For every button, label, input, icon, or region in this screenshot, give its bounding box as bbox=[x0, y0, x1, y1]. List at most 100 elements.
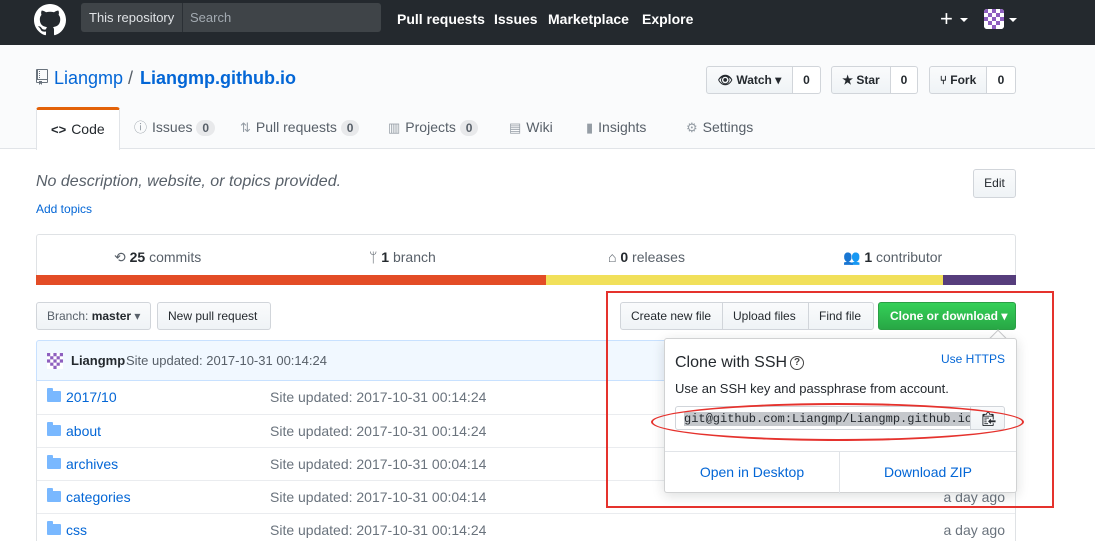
search-scope-label[interactable]: This repository bbox=[81, 3, 183, 32]
branch-select-button[interactable]: Branch: master ▾ bbox=[36, 302, 151, 330]
file-name-link[interactable]: 2017/10 bbox=[66, 389, 117, 405]
graph-icon: ▮ bbox=[586, 120, 594, 135]
tab-issues[interactable]: ⓘ Issues 0 bbox=[134, 107, 216, 149]
annotation-highlight-box bbox=[606, 291, 1054, 508]
repo-name-link[interactable]: Liangmp.github.io bbox=[140, 68, 296, 89]
file-commit-message[interactable]: Site updated: 2017-10-31 00:14:24 bbox=[270, 423, 486, 439]
fork-label: Fork bbox=[950, 73, 977, 87]
path-separator: / bbox=[128, 68, 134, 88]
branch-count: 1 bbox=[381, 249, 390, 265]
tab-label: Code bbox=[71, 121, 105, 137]
folder-icon bbox=[47, 422, 61, 436]
watch-button[interactable]: 👁 Watch ▾ bbox=[706, 66, 793, 94]
folder-icon bbox=[47, 521, 61, 535]
file-commit-message[interactable]: Site updated: 2017-10-31 00:14:24 bbox=[270, 389, 486, 405]
star-label: Star bbox=[856, 73, 880, 87]
releases-label: releases bbox=[632, 249, 685, 265]
branch-name: master bbox=[91, 309, 132, 323]
chevron-down-icon[interactable] bbox=[960, 18, 968, 22]
file-name-link[interactable]: about bbox=[66, 423, 101, 439]
commits-link[interactable]: ⟲ 25 commits bbox=[114, 249, 201, 266]
branch-icon: ᛘ bbox=[369, 249, 378, 265]
tab-wiki[interactable]: ▤ Wiki bbox=[509, 107, 553, 149]
fork-icon: ⑂ bbox=[939, 73, 947, 87]
issue-icon: ⓘ bbox=[134, 120, 148, 135]
search-input[interactable] bbox=[183, 3, 381, 32]
repo-icon bbox=[36, 69, 48, 85]
language-segment bbox=[36, 275, 546, 285]
plus-icon[interactable]: + bbox=[940, 8, 953, 30]
watch-label: Watch bbox=[736, 73, 772, 87]
new-pull-request-button[interactable]: New pull request bbox=[157, 302, 271, 330]
star-count[interactable]: 0 bbox=[891, 66, 918, 94]
branch-prefix: Branch: bbox=[47, 309, 89, 323]
star-icon: ★ bbox=[842, 73, 854, 87]
commit-message-link[interactable]: Site updated: 2017-10-31 00:14:24 bbox=[126, 353, 327, 368]
folder-icon bbox=[47, 388, 61, 402]
fork-button[interactable]: ⑂ Fork bbox=[929, 66, 987, 94]
tag-icon: ⌂ bbox=[608, 249, 617, 265]
commits-count: 25 bbox=[129, 249, 146, 265]
repo-owner-link[interactable]: Liangmp bbox=[54, 68, 123, 89]
global-header: This repository Pull requests Issues Mar… bbox=[0, 0, 1095, 45]
tab-code[interactable]: <> Code bbox=[36, 107, 120, 150]
nav-marketplace[interactable]: Marketplace bbox=[548, 11, 629, 27]
branch-link[interactable]: ᛘ 1 branch bbox=[369, 249, 436, 265]
releases-link[interactable]: ⌂ 0 releases bbox=[608, 249, 685, 265]
eye-icon: 👁 bbox=[717, 73, 733, 87]
search-box: This repository bbox=[81, 3, 381, 32]
branch-label: branch bbox=[392, 249, 436, 265]
counter-badge: 0 bbox=[459, 120, 479, 136]
chevron-down-icon[interactable] bbox=[1009, 18, 1017, 22]
tab-label: Settings bbox=[702, 119, 754, 135]
language-segment bbox=[546, 275, 943, 285]
counter-badge: 0 bbox=[196, 120, 216, 136]
language-bar[interactable] bbox=[36, 275, 1016, 285]
commits-label: commits bbox=[149, 249, 202, 265]
file-name-link[interactable]: archives bbox=[66, 456, 118, 472]
star-button[interactable]: ★ Star bbox=[831, 66, 891, 94]
code-icon: <> bbox=[51, 122, 67, 137]
nav-issues[interactable]: Issues bbox=[494, 11, 538, 27]
commit-author-link[interactable]: Liangmp bbox=[71, 353, 125, 368]
contributors-count: 1 bbox=[864, 249, 873, 265]
repo-header: Liangmp / Liangmp.github.io 👁 Watch ▾ 0 … bbox=[0, 45, 1095, 150]
gear-icon: ⚙ bbox=[686, 120, 698, 135]
folder-icon bbox=[47, 488, 61, 502]
wiki-icon: ▤ bbox=[509, 120, 522, 135]
tab-label: Projects bbox=[405, 119, 456, 135]
language-segment bbox=[943, 275, 1016, 285]
table-row: css Site updated: 2017-10-31 00:14:24 a … bbox=[37, 513, 1015, 546]
file-commit-message[interactable]: Site updated: 2017-10-31 00:04:14 bbox=[270, 456, 486, 472]
tab-label: Insights bbox=[598, 119, 647, 135]
pull-request-icon: ⇅ bbox=[240, 120, 251, 135]
tab-label: Wiki bbox=[526, 119, 553, 135]
folder-icon bbox=[47, 455, 61, 469]
contributors-link[interactable]: 👥 1 contributor bbox=[843, 249, 942, 266]
file-name-link[interactable]: categories bbox=[66, 489, 131, 505]
add-topics-link[interactable]: Add topics bbox=[36, 202, 92, 216]
tab-settings[interactable]: ⚙ Settings bbox=[686, 107, 753, 149]
fork-count[interactable]: 0 bbox=[987, 66, 1016, 94]
annotation-highlight-oval bbox=[651, 403, 1024, 441]
nav-explore[interactable]: Explore bbox=[642, 11, 693, 27]
counter-badge: 0 bbox=[340, 120, 360, 136]
people-icon: 👥 bbox=[843, 249, 861, 265]
watch-count[interactable]: 0 bbox=[793, 66, 821, 94]
releases-count: 0 bbox=[620, 249, 629, 265]
repo-description: No description, website, or topics provi… bbox=[36, 173, 342, 190]
tab-pull-requests[interactable]: ⇅ Pull requests 0 bbox=[240, 107, 360, 149]
contributors-label: contributor bbox=[876, 249, 943, 265]
author-avatar[interactable] bbox=[47, 353, 63, 369]
tab-label: Issues bbox=[152, 119, 193, 135]
tab-label: Pull requests bbox=[255, 119, 337, 135]
avatar[interactable] bbox=[984, 9, 1004, 29]
project-icon: ▥ bbox=[388, 120, 401, 135]
nav-pull-requests[interactable]: Pull requests bbox=[397, 11, 485, 27]
tab-insights[interactable]: ▮ Insights bbox=[586, 107, 646, 149]
history-icon: ⟲ bbox=[114, 249, 126, 265]
edit-button[interactable]: Edit bbox=[973, 169, 1016, 198]
file-commit-message[interactable]: Site updated: 2017-10-31 00:04:14 bbox=[270, 489, 486, 505]
tab-projects[interactable]: ▥ Projects 0 bbox=[388, 107, 479, 149]
github-logo-icon[interactable] bbox=[34, 4, 66, 36]
